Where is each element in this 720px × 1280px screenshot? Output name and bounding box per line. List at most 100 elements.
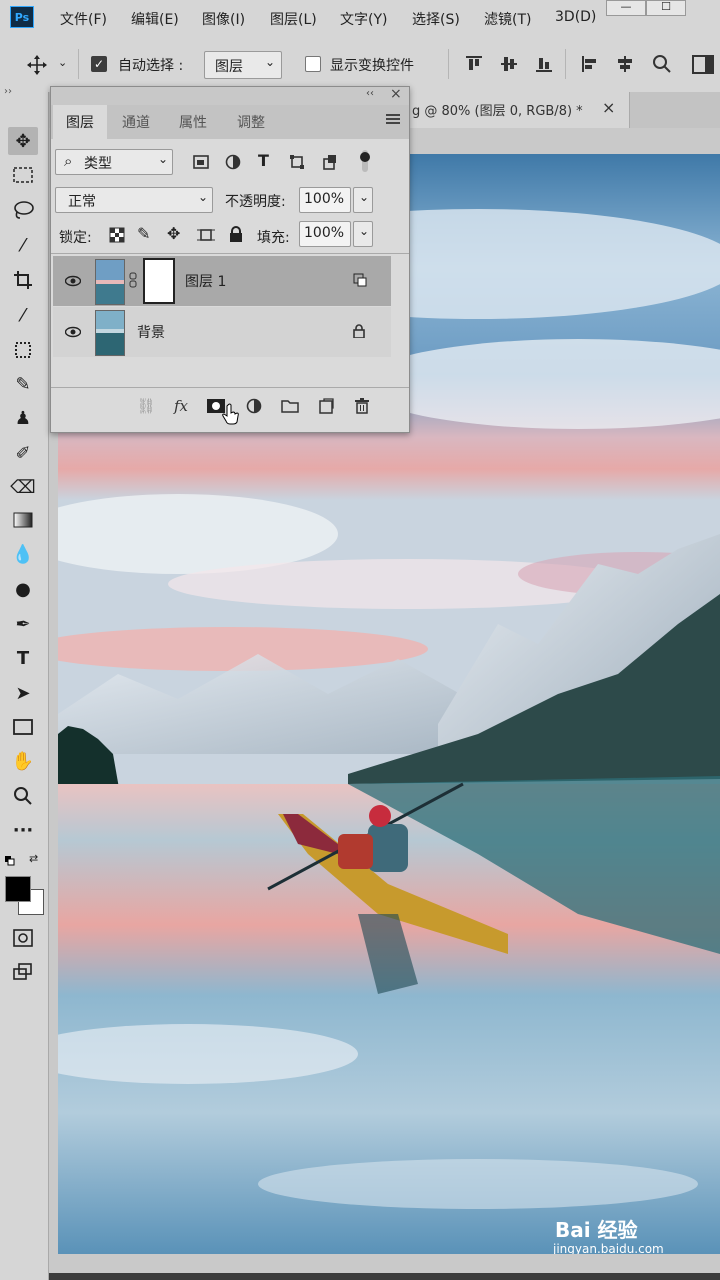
align-vcenter-icon[interactable] — [499, 54, 519, 74]
type-tool-icon[interactable]: T — [8, 644, 38, 672]
blur-tool-icon[interactable]: 💧 — [8, 540, 38, 568]
chevron-down-icon: ⌄ — [359, 190, 370, 204]
hand-tool-icon[interactable]: ✋ — [8, 747, 38, 775]
adjustment-filter-icon[interactable] — [225, 154, 241, 170]
align-hcenter-icon[interactable] — [615, 54, 635, 74]
align-top-icon[interactable] — [464, 54, 484, 74]
smart-object-filter-icon[interactable] — [322, 154, 338, 170]
lock-transparent-icon[interactable] — [109, 227, 125, 243]
more-tools-icon[interactable]: ··· — [8, 816, 38, 844]
layer-row-background[interactable]: 背景 — [53, 307, 391, 357]
lock-icon — [353, 323, 365, 339]
menu-edit[interactable]: 编辑(E) — [131, 9, 179, 29]
dodge-tool-icon[interactable]: ● — [8, 575, 38, 603]
lock-all-icon[interactable] — [229, 226, 243, 242]
default-colors-icon[interactable] — [5, 854, 15, 866]
menu-select[interactable]: 选择(S) — [412, 9, 460, 29]
eyedropper-tool-icon[interactable]: ⁄ — [8, 301, 38, 329]
photoshop-logo: Ps — [10, 6, 34, 28]
auto-select-dropdown[interactable]: 图层 ⌄ — [204, 51, 282, 79]
shape-filter-icon[interactable] — [289, 154, 305, 170]
collapse-panel-icon[interactable]: ‹‹ — [366, 88, 374, 99]
align-bottom-icon[interactable] — [534, 54, 554, 74]
align-left-icon[interactable] — [580, 54, 600, 74]
pixel-filter-icon[interactable] — [193, 155, 209, 169]
layer-name[interactable]: 图层 1 — [185, 271, 226, 291]
new-layer-icon[interactable] — [315, 395, 337, 417]
expand-icon[interactable]: ›› — [4, 86, 12, 97]
link-icon[interactable]: ⛓ — [135, 395, 157, 417]
auto-select-value: 图层 — [215, 59, 243, 75]
crop-tool-icon[interactable] — [8, 266, 38, 294]
visibility-eye-icon[interactable] — [64, 324, 82, 340]
fill-input[interactable]: 100% — [299, 221, 351, 247]
menu-filter[interactable]: 滤镜(T) — [484, 9, 531, 29]
opacity-input[interactable]: 100% — [299, 187, 351, 213]
lock-artboard-icon[interactable] — [197, 227, 215, 243]
fill-value: 100% — [304, 225, 345, 241]
screen-mode-icon[interactable] — [8, 958, 38, 986]
magic-wand-tool-icon[interactable]: ⁄ — [8, 231, 38, 259]
adjustment-icon[interactable] — [243, 395, 265, 417]
menu-image[interactable]: 图像(I) — [202, 9, 245, 29]
group-folder-icon[interactable] — [279, 395, 301, 417]
menu-layer[interactable]: 图层(L) — [270, 9, 317, 29]
marquee-tool-icon[interactable] — [8, 161, 38, 189]
tool-preset-chevron-icon[interactable]: ⌄ — [58, 56, 67, 69]
zoom-tool-icon[interactable] — [8, 782, 38, 810]
quick-mask-icon[interactable] — [8, 924, 38, 952]
close-icon[interactable]: × — [602, 98, 615, 117]
lasso-tool-icon[interactable] — [8, 196, 38, 224]
foreground-color-swatch[interactable] — [5, 876, 31, 902]
frame-tool-icon[interactable] — [8, 336, 38, 364]
lock-label: 锁定: — [59, 230, 92, 246]
close-panel-icon[interactable]: × — [390, 86, 402, 102]
panel-menu-icon[interactable] — [386, 113, 400, 125]
layer-filter-dropdown[interactable]: ⌕ 类型 ⌄ — [55, 149, 173, 175]
menu-type[interactable]: 文字(Y) — [340, 9, 387, 29]
hand-cursor-icon — [221, 403, 241, 425]
menu-3d[interactable]: 3D(D) — [555, 9, 596, 25]
history-brush-tool-icon[interactable]: ✐ — [8, 439, 38, 467]
swap-colors-icon[interactable]: ⇄ — [29, 852, 38, 865]
trash-icon[interactable] — [351, 395, 373, 417]
search-icon[interactable] — [652, 54, 672, 74]
visibility-eye-icon[interactable] — [64, 273, 82, 289]
rectangle-tool-icon[interactable] — [8, 713, 38, 741]
pen-tool-icon[interactable]: ✒ — [8, 610, 38, 638]
fill-slider-button[interactable]: ⌄ — [353, 221, 373, 247]
fill-label: 填充: — [257, 230, 290, 246]
maximize-button[interactable]: ☐ — [646, 0, 686, 16]
layer-row-layer1[interactable]: 图层 1 — [53, 256, 391, 306]
fx-icon[interactable]: fx — [170, 395, 192, 417]
gradient-tool-icon[interactable] — [8, 506, 38, 534]
mask-link-icon[interactable] — [129, 272, 137, 288]
opacity-slider-button[interactable]: ⌄ — [353, 187, 373, 213]
tab-adjustments[interactable]: 调整 — [223, 105, 279, 139]
chevron-down-icon: ⌄ — [158, 152, 169, 166]
minimize-button[interactable]: — — [606, 0, 646, 16]
path-select-tool-icon[interactable]: ➤ — [8, 679, 38, 707]
blend-mode-dropdown[interactable]: 正常 ⌄ — [55, 187, 213, 213]
layer-mask-thumbnail[interactable] — [143, 258, 175, 304]
menu-file[interactable]: 文件(F) — [60, 9, 107, 29]
layer-thumbnail — [95, 310, 125, 356]
move-tool-icon[interactable] — [26, 54, 48, 76]
filter-toggle-icon[interactable] — [359, 149, 371, 173]
brush-tool-icon[interactable]: ✎ — [8, 370, 38, 398]
divider — [565, 49, 566, 79]
tab-layers[interactable]: 图层 — [53, 105, 107, 139]
document-tab[interactable]: g @ 80% (图层 0, RGB/8) * × — [405, 92, 630, 128]
lock-pixels-icon[interactable]: ✎ — [137, 224, 150, 243]
lock-position-icon[interactable]: ✥ — [167, 224, 180, 243]
layer-name[interactable]: 背景 — [137, 322, 165, 342]
stamp-tool-icon[interactable]: ♟ — [8, 404, 38, 432]
type-filter-icon[interactable]: T — [258, 151, 269, 170]
show-transform-checkbox[interactable] — [305, 56, 321, 72]
workspace-icon[interactable] — [692, 54, 716, 76]
auto-select-checkbox[interactable]: ✓ — [91, 56, 107, 72]
move-tool-icon[interactable]: ✥ — [8, 127, 38, 155]
tab-channels[interactable]: 通道 — [109, 105, 163, 139]
tab-properties[interactable]: 属性 — [165, 105, 221, 139]
eraser-tool-icon[interactable]: ⌫ — [8, 473, 38, 501]
